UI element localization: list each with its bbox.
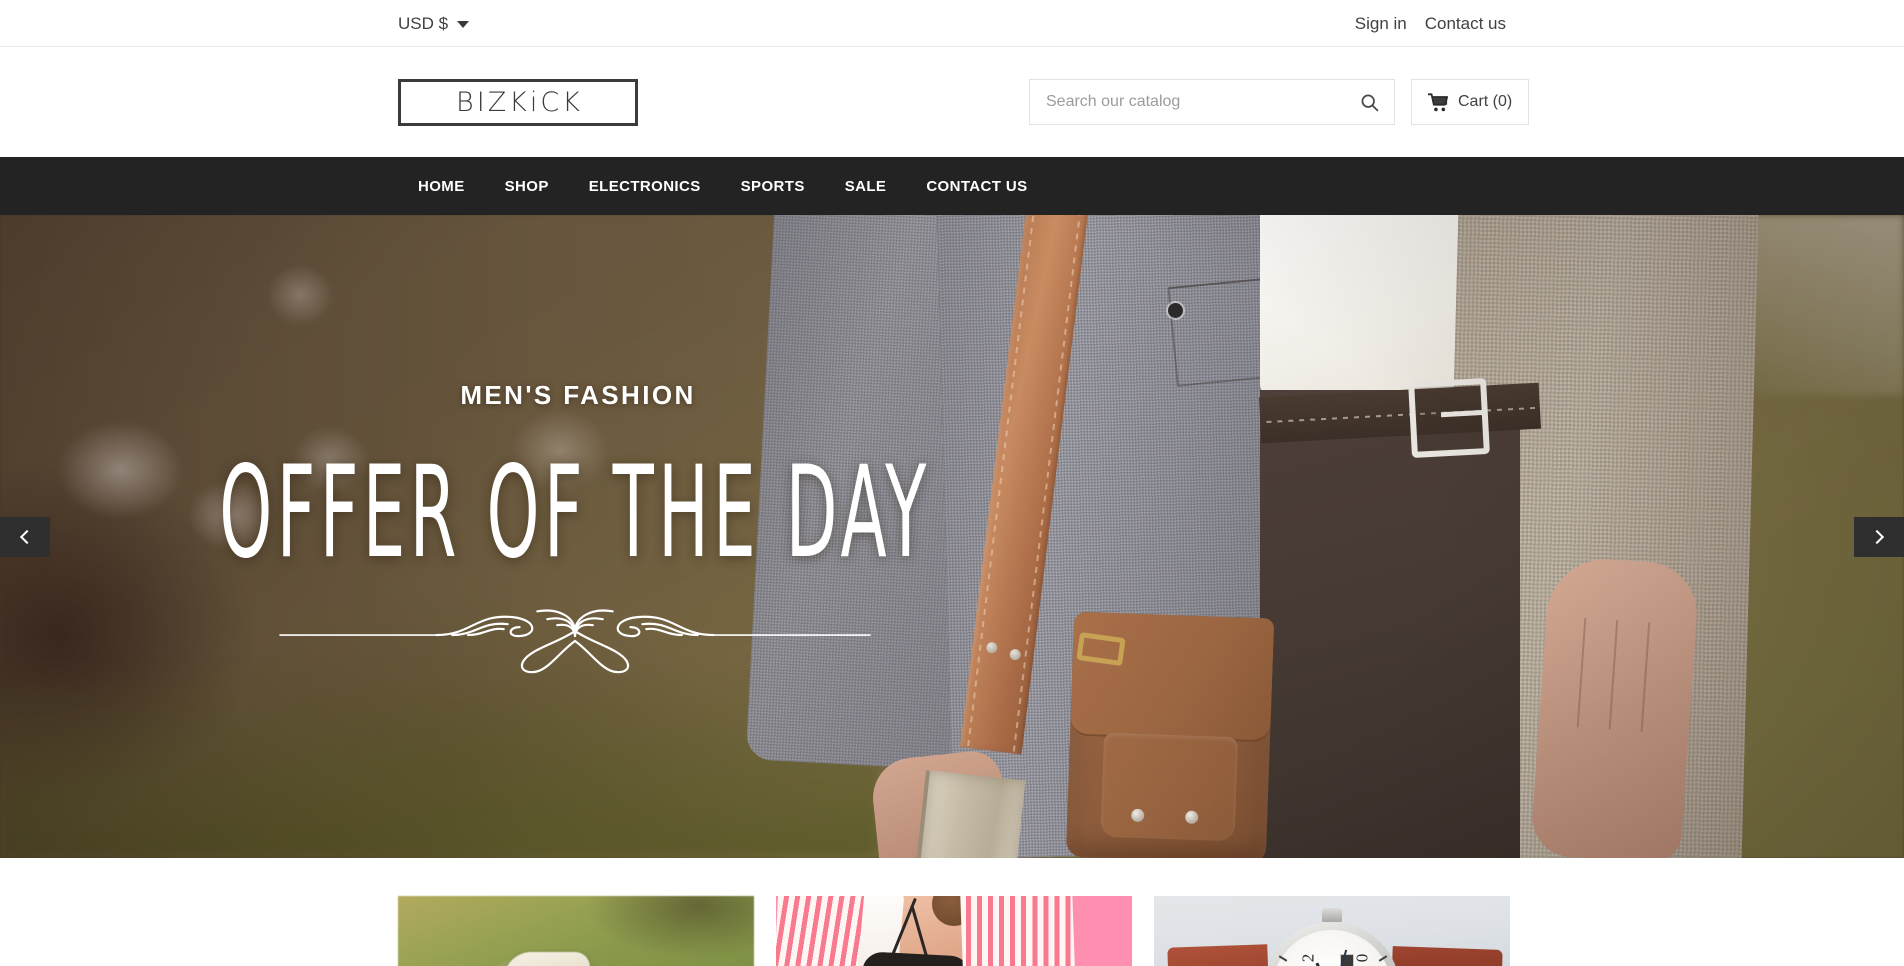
strap-rivet bbox=[985, 641, 998, 654]
carousel-prev-button[interactable] bbox=[0, 516, 50, 557]
model-belt-buckle bbox=[1408, 378, 1490, 458]
search-bar[interactable] bbox=[1029, 79, 1395, 125]
striped-shirt-right bbox=[960, 896, 1076, 966]
chevron-left-icon bbox=[19, 529, 35, 544]
finger-crease bbox=[1608, 619, 1619, 730]
bag-rivet bbox=[1131, 808, 1145, 823]
sign-in-link[interactable]: Sign in bbox=[1355, 15, 1407, 32]
promo-banner-row: 2 0 bbox=[0, 858, 1904, 966]
currency-selector[interactable]: USD $ bbox=[398, 13, 470, 33]
leather-strap-watch-banner[interactable]: 2 0 bbox=[1154, 896, 1510, 966]
main-navigation: HOME SHOP ELECTRONICS SPORTS SALE CONTAC… bbox=[0, 157, 1904, 215]
header-right-group: Cart (0) bbox=[1029, 79, 1530, 125]
search-icon bbox=[1361, 94, 1379, 111]
nav-item-shop[interactable]: SHOP bbox=[485, 157, 569, 215]
search-submit-button[interactable] bbox=[1359, 92, 1380, 113]
hero-carousel: MEN'S FASHION OFFER OF THE DAY bbox=[0, 215, 1904, 858]
chevron-right-icon bbox=[1869, 529, 1885, 544]
watch-strap-left bbox=[1167, 944, 1269, 966]
chevron-down-icon bbox=[457, 20, 470, 28]
nav-item-sale[interactable]: SALE bbox=[825, 157, 907, 215]
watch-crown bbox=[1322, 908, 1342, 922]
model-belt-stitching bbox=[1266, 406, 1536, 424]
bag-flap bbox=[1070, 611, 1275, 743]
model-right-hand bbox=[1529, 555, 1701, 858]
currency-label: USD $ bbox=[398, 13, 449, 33]
sneakers-on-grass-banner[interactable] bbox=[398, 896, 754, 966]
pink-striped-fashion-banner[interactable] bbox=[776, 896, 1132, 966]
top-bar-links: Sign in Contact us bbox=[1355, 15, 1506, 32]
nav-item-contact-us[interactable]: CONTACT US bbox=[906, 157, 1047, 215]
watch-numeral-10: 0 bbox=[1352, 953, 1372, 963]
cart-button[interactable]: Cart (0) bbox=[1411, 79, 1530, 125]
shopping-cart-icon bbox=[1428, 92, 1449, 111]
search-input[interactable] bbox=[1046, 93, 1359, 111]
watch-strap-right bbox=[1391, 946, 1503, 966]
nav-items: HOME SHOP ELECTRONICS SPORTS SALE CONTAC… bbox=[398, 157, 1048, 215]
finger-crease bbox=[1576, 617, 1587, 728]
cart-label: Cart (0) bbox=[1458, 93, 1513, 110]
logo-text: BIZKiCK bbox=[456, 86, 583, 118]
hero-model-figure bbox=[745, 215, 1904, 858]
site-logo[interactable]: BIZKiCK bbox=[398, 78, 638, 126]
top-bar: USD $ Sign in Contact us bbox=[0, 0, 1904, 47]
watch-numeral-2: 2 bbox=[1298, 953, 1318, 963]
held-book bbox=[914, 770, 1026, 858]
nav-item-sports[interactable]: SPORTS bbox=[721, 157, 825, 215]
finger-crease bbox=[1640, 622, 1651, 732]
nav-item-electronics[interactable]: ELECTRONICS bbox=[569, 157, 721, 215]
model-trousers bbox=[1260, 390, 1520, 858]
contact-us-link[interactable]: Contact us bbox=[1425, 15, 1506, 32]
bag-rivet bbox=[1185, 810, 1199, 825]
bag-front-pocket bbox=[1100, 732, 1239, 842]
sneaker-shape bbox=[504, 952, 590, 966]
strap-rivet bbox=[1009, 648, 1022, 661]
model-jacket-button bbox=[1168, 303, 1183, 318]
site-header: BIZKiCK Cart (0) bbox=[0, 47, 1904, 157]
nav-item-home[interactable]: HOME bbox=[398, 157, 485, 215]
carousel-next-button[interactable] bbox=[1854, 516, 1904, 557]
